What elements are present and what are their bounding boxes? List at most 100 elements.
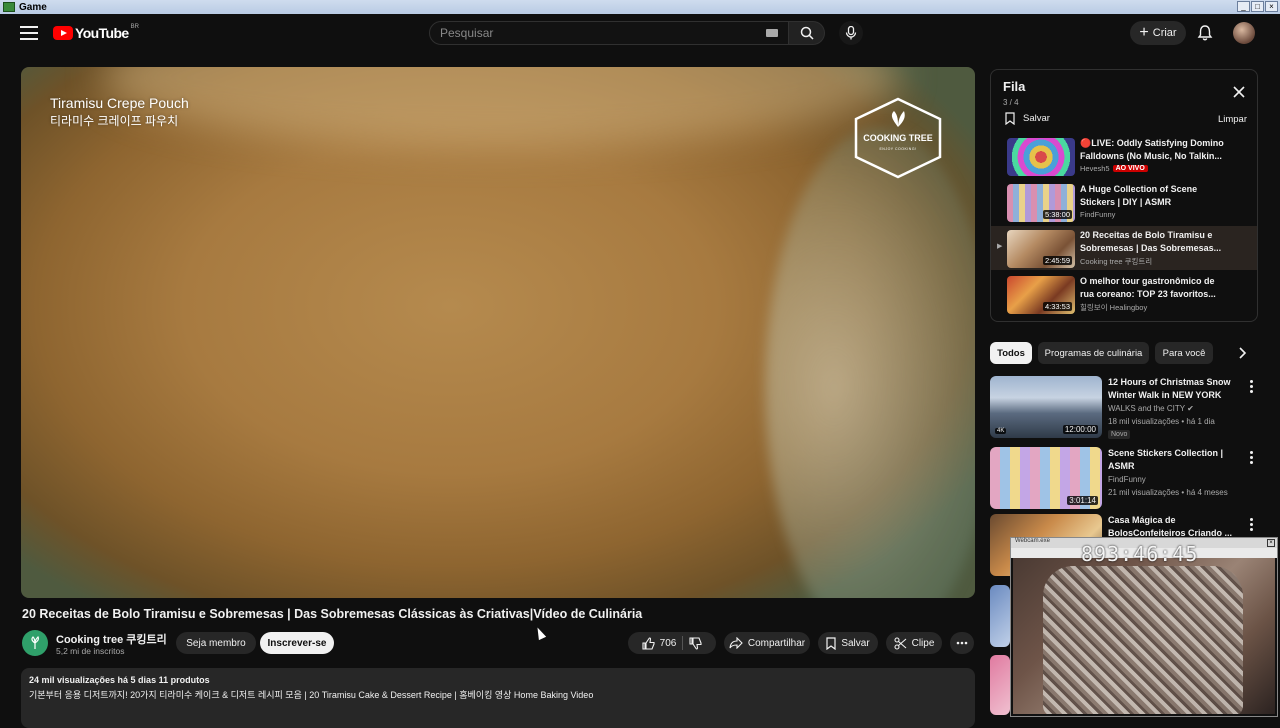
- microphone-icon: [845, 26, 857, 40]
- video-frame-highlight: [101, 67, 901, 147]
- queue-item[interactable]: 5:38:00 A Huge Collection of Scene Stick…: [991, 180, 1257, 224]
- video-duration: 2:45:59: [1042, 256, 1072, 265]
- close-icon[interactable]: [1231, 84, 1247, 100]
- os-window-title: Game: [19, 1, 47, 13]
- chip-for-you[interactable]: Para você: [1155, 342, 1213, 364]
- queue-item-channel: Cooking tree 쿠킹트리: [1080, 256, 1152, 267]
- queue-thumbnail: 4:33:53: [1007, 276, 1075, 314]
- webcam-timer: 893:46:45: [1081, 542, 1199, 566]
- app-icon: [3, 2, 15, 12]
- join-button[interactable]: Seja membro: [176, 632, 256, 654]
- search-button[interactable]: [789, 21, 825, 45]
- chevron-right-icon[interactable]: [1234, 345, 1250, 361]
- more-vertical-icon[interactable]: [1250, 451, 1254, 465]
- recommendation-thumbnail: 4K 12:00:00: [990, 376, 1102, 438]
- scissors-icon: [894, 636, 906, 650]
- queue-item-channel-name: FindFunny: [1080, 210, 1116, 219]
- share-button[interactable]: Compartilhar: [724, 632, 810, 654]
- like-icon[interactable]: [642, 636, 655, 650]
- mouse-cursor-icon: [533, 625, 547, 641]
- queue-panel: Fila 3 / 4 Salvar Limpar 🔴LIVE: Oddly Sa…: [990, 69, 1258, 322]
- like-dislike-group: 706: [628, 632, 716, 654]
- video-overlay-title: Tiramisu Crepe Pouch: [50, 95, 189, 111]
- create-button[interactable]: + Criar: [1130, 21, 1186, 45]
- watermark-sub: ENJOY COOKING!: [879, 147, 917, 151]
- more-horizontal-icon: [956, 641, 968, 645]
- video-title: 20 Receitas de Bolo Tiramisu e Sobremesa…: [22, 607, 643, 621]
- queue-thumbnail: 5:38:00: [1007, 184, 1075, 222]
- queue-save-button[interactable]: Salvar: [1005, 112, 1050, 125]
- keyboard-icon[interactable]: [766, 29, 778, 37]
- video-duration: 3:01:14: [1067, 496, 1098, 505]
- like-count[interactable]: 706: [660, 638, 677, 649]
- youtube-logo[interactable]: YouTube BR: [53, 24, 139, 41]
- queue-item[interactable]: 🔴LIVE: Oddly Satisfying Domino Falldowns…: [991, 134, 1257, 178]
- logo-country: BR: [130, 24, 139, 30]
- subscriber-count: 5,2 mi de inscritos: [56, 646, 125, 656]
- share-label: Compartilhar: [747, 637, 806, 649]
- close-icon[interactable]: ×: [1267, 539, 1275, 547]
- queue-item-title: 🔴LIVE: Oddly Satisfying Domino Falldowns…: [1080, 138, 1224, 161]
- description-stats: 24 mil visualizações há 5 dias 11 produt…: [29, 675, 210, 685]
- hamburger-menu-icon[interactable]: [20, 26, 38, 40]
- minimize-icon[interactable]: _: [1237, 1, 1250, 12]
- queue-thumbnail: [1007, 138, 1075, 176]
- clip-button[interactable]: Clipe: [886, 632, 942, 654]
- description-text: 기본부터 응용 디저트까지! 20가지 티라미수 케이크 & 디저트 레시피 모…: [29, 690, 594, 700]
- notifications-bell-icon[interactable]: [1196, 24, 1214, 42]
- watermark-name: COOKING TREE: [863, 133, 933, 143]
- recommendation-title: 12 Hours of Christmas Snow Winter Walk i…: [1108, 377, 1231, 400]
- queue-item-channel: 힐링보이 Healingboy: [1080, 302, 1147, 313]
- chip-todos[interactable]: Todos: [990, 342, 1032, 364]
- queue-item[interactable]: 4:33:53 O melhor tour gastronômico de ru…: [991, 272, 1257, 316]
- more-vertical-icon[interactable]: [1250, 518, 1254, 532]
- account-avatar[interactable]: [1233, 22, 1255, 44]
- recommendation-thumbnail-partial[interactable]: [990, 655, 1010, 715]
- queue-item-channel: FindFunny: [1080, 210, 1115, 219]
- search-icon: [800, 26, 814, 40]
- queue-item-channel-name: 힐링보이 Healingboy: [1080, 303, 1148, 312]
- queue-item-title: A Huge Collection of Scene Stickers | DI…: [1080, 184, 1198, 207]
- search-box: [429, 21, 789, 45]
- like-divider: [682, 636, 684, 650]
- more-vertical-icon[interactable]: [1250, 380, 1254, 394]
- logo-text: YouTube: [75, 25, 129, 41]
- recommendation-stats: 21 mil visualizações • há 4 meses: [1108, 488, 1228, 497]
- webcam-title: Webcam.exe: [1015, 538, 1050, 544]
- recommendation-title: Scene Stickers Collection | ASMR: [1108, 448, 1224, 471]
- queue-clear-button[interactable]: Limpar: [1218, 114, 1247, 125]
- recommendation-thumbnail: 3:01:14: [990, 447, 1102, 509]
- more-actions-button[interactable]: [950, 632, 974, 654]
- bookmark-icon: [1005, 112, 1015, 125]
- webcam-feed: [1013, 558, 1275, 714]
- recommendation-item[interactable]: 4K 12:00:00 12 Hours of Christmas Snow W…: [990, 376, 1260, 444]
- queue-item-channel-name: Cooking tree 쿠킹트리: [1080, 257, 1153, 266]
- chip-cooking-programs[interactable]: Programas de culinária: [1038, 342, 1149, 364]
- queue-item-channel: Hevesh5 AO VIVO: [1080, 164, 1148, 173]
- maximize-icon[interactable]: □: [1251, 1, 1264, 12]
- subscribe-button[interactable]: Inscrever-se: [260, 632, 334, 654]
- search-input[interactable]: [430, 22, 750, 44]
- voice-search-button[interactable]: [839, 21, 863, 45]
- video-player[interactable]: Tiramisu Crepe Pouch 티라미수 크레이프 파우치 COOKI…: [21, 67, 975, 598]
- channel-name[interactable]: Cooking tree 쿠킹트리: [56, 631, 167, 647]
- live-badge: AO VIVO: [1112, 165, 1148, 172]
- new-badge: Novo: [1108, 430, 1131, 439]
- recommendation-item[interactable]: 3:01:14 Scene Stickers Collection | ASMR…: [990, 447, 1260, 515]
- video-duration: 12:00:00: [1062, 425, 1098, 434]
- description-box[interactable]: 24 mil visualizações há 5 dias 11 produt…: [21, 668, 975, 728]
- save-to-playlist-button[interactable]: Salvar: [818, 632, 878, 654]
- webcam-overlay-window[interactable]: Webcam.exe × ▭ 893:46:45: [1010, 537, 1278, 717]
- recommendation-thumbnail-partial[interactable]: [990, 585, 1010, 647]
- queue-item-current[interactable]: ▶ 2:45:59 20 Receitas de Bolo Tiramisu e…: [991, 226, 1257, 270]
- dislike-icon[interactable]: [689, 636, 702, 650]
- youtube-play-icon: [53, 26, 73, 40]
- recommendation-channel: WALKS and the CITY ✔: [1108, 404, 1194, 413]
- close-window-icon[interactable]: ×: [1265, 1, 1278, 12]
- top-header: YouTube BR + Criar: [0, 14, 1280, 54]
- os-window-titlebar: Game _ □ ×: [0, 0, 1280, 14]
- clip-label: Clipe: [911, 637, 935, 649]
- queue-thumbnail: 2:45:59: [1007, 230, 1075, 268]
- channel-avatar[interactable]: [22, 630, 48, 656]
- video-overlay-subtitle: 티라미수 크레이프 파우치: [50, 114, 179, 128]
